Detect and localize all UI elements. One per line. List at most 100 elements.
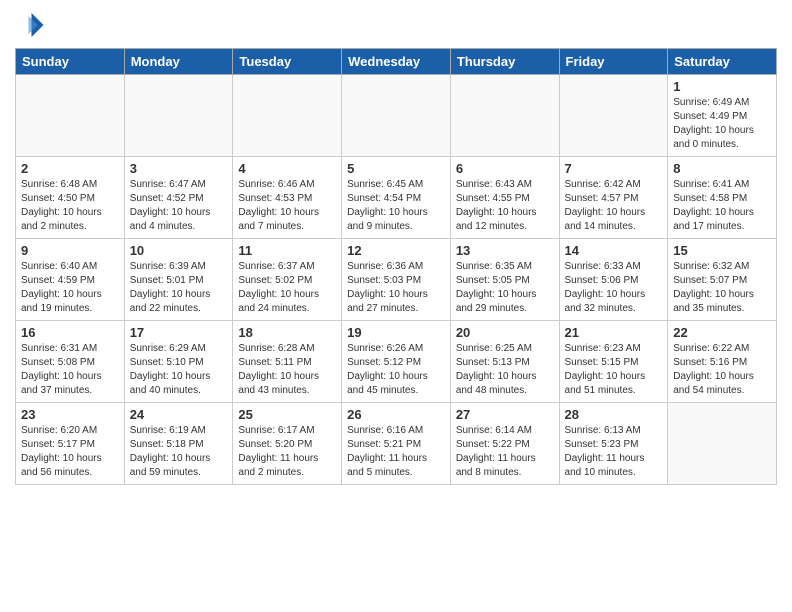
day-number: 27 xyxy=(456,407,554,422)
week-row-4: 23 Sunrise: 6:20 AM Sunset: 5:17 PM Dayli… xyxy=(16,403,777,485)
calendar-cell: 10 Sunrise: 6:39 AM Sunset: 5:01 PM Dayli… xyxy=(124,239,233,321)
day-info: Sunrise: 6:26 AM Sunset: 5:12 PM Dayligh… xyxy=(347,342,445,398)
calendar-cell: 12 Sunrise: 6:36 AM Sunset: 5:03 PM Dayli… xyxy=(342,239,451,321)
calendar-cell: 13 Sunrise: 6:35 AM Sunset: 5:05 PM Dayli… xyxy=(450,239,559,321)
day-number: 2 xyxy=(21,161,119,176)
day-number: 4 xyxy=(238,161,336,176)
day-number: 28 xyxy=(565,407,663,422)
day-number: 24 xyxy=(130,407,228,422)
day-number: 3 xyxy=(130,161,228,176)
day-info: Sunrise: 6:49 AM Sunset: 4:49 PM Dayligh… xyxy=(673,96,771,152)
day-number: 15 xyxy=(673,243,771,258)
calendar-cell: 16 Sunrise: 6:31 AM Sunset: 5:08 PM Dayli… xyxy=(16,321,125,403)
day-info: Sunrise: 6:35 AM Sunset: 5:05 PM Dayligh… xyxy=(456,260,554,316)
day-number: 22 xyxy=(673,325,771,340)
day-info: Sunrise: 6:20 AM Sunset: 5:17 PM Dayligh… xyxy=(21,424,119,480)
day-info: Sunrise: 6:33 AM Sunset: 5:06 PM Dayligh… xyxy=(565,260,663,316)
weekday-thursday: Thursday xyxy=(450,49,559,75)
day-info: Sunrise: 6:29 AM Sunset: 5:10 PM Dayligh… xyxy=(130,342,228,398)
page: SundayMondayTuesdayWednesdayThursdayFrid… xyxy=(0,0,792,612)
calendar-cell xyxy=(559,75,668,157)
day-number: 20 xyxy=(456,325,554,340)
day-number: 12 xyxy=(347,243,445,258)
day-info: Sunrise: 6:25 AM Sunset: 5:13 PM Dayligh… xyxy=(456,342,554,398)
calendar-cell: 8 Sunrise: 6:41 AM Sunset: 4:58 PM Daylig… xyxy=(668,157,777,239)
day-info: Sunrise: 6:13 AM Sunset: 5:23 PM Dayligh… xyxy=(565,424,663,480)
calendar-cell: 23 Sunrise: 6:20 AM Sunset: 5:17 PM Dayli… xyxy=(16,403,125,485)
day-number: 26 xyxy=(347,407,445,422)
calendar-cell xyxy=(16,75,125,157)
calendar-cell: 17 Sunrise: 6:29 AM Sunset: 5:10 PM Dayli… xyxy=(124,321,233,403)
day-info: Sunrise: 6:37 AM Sunset: 5:02 PM Dayligh… xyxy=(238,260,336,316)
day-number: 11 xyxy=(238,243,336,258)
day-number: 9 xyxy=(21,243,119,258)
calendar-cell: 5 Sunrise: 6:45 AM Sunset: 4:54 PM Daylig… xyxy=(342,157,451,239)
weekday-wednesday: Wednesday xyxy=(342,49,451,75)
calendar-cell xyxy=(124,75,233,157)
calendar-cell: 1 Sunrise: 6:49 AM Sunset: 4:49 PM Daylig… xyxy=(668,75,777,157)
calendar-cell: 26 Sunrise: 6:16 AM Sunset: 5:21 PM Dayli… xyxy=(342,403,451,485)
day-number: 5 xyxy=(347,161,445,176)
weekday-sunday: Sunday xyxy=(16,49,125,75)
day-info: Sunrise: 6:28 AM Sunset: 5:11 PM Dayligh… xyxy=(238,342,336,398)
calendar-cell: 9 Sunrise: 6:40 AM Sunset: 4:59 PM Daylig… xyxy=(16,239,125,321)
calendar-cell: 6 Sunrise: 6:43 AM Sunset: 4:55 PM Daylig… xyxy=(450,157,559,239)
day-info: Sunrise: 6:41 AM Sunset: 4:58 PM Dayligh… xyxy=(673,178,771,234)
weekday-saturday: Saturday xyxy=(668,49,777,75)
week-row-1: 2 Sunrise: 6:48 AM Sunset: 4:50 PM Daylig… xyxy=(16,157,777,239)
day-info: Sunrise: 6:22 AM Sunset: 5:16 PM Dayligh… xyxy=(673,342,771,398)
day-info: Sunrise: 6:23 AM Sunset: 5:15 PM Dayligh… xyxy=(565,342,663,398)
calendar-cell: 11 Sunrise: 6:37 AM Sunset: 5:02 PM Dayli… xyxy=(233,239,342,321)
calendar-cell: 7Sunrise: 6:42 AM Sunset: 4:57 PM Daylig… xyxy=(559,157,668,239)
day-info: Sunrise: 6:16 AM Sunset: 5:21 PM Dayligh… xyxy=(347,424,445,480)
day-number: 18 xyxy=(238,325,336,340)
weekday-header-row: SundayMondayTuesdayWednesdayThursdayFrid… xyxy=(16,49,777,75)
day-info: Sunrise: 6:36 AM Sunset: 5:03 PM Dayligh… xyxy=(347,260,445,316)
calendar-cell: 20 Sunrise: 6:25 AM Sunset: 5:13 PM Dayli… xyxy=(450,321,559,403)
day-info: Sunrise: 6:19 AM Sunset: 5:18 PM Dayligh… xyxy=(130,424,228,480)
calendar-cell: 4 Sunrise: 6:46 AM Sunset: 4:53 PM Daylig… xyxy=(233,157,342,239)
day-info: Sunrise: 6:39 AM Sunset: 5:01 PM Dayligh… xyxy=(130,260,228,316)
week-row-3: 16 Sunrise: 6:31 AM Sunset: 5:08 PM Dayli… xyxy=(16,321,777,403)
calendar-table: SundayMondayTuesdayWednesdayThursdayFrid… xyxy=(15,48,777,485)
week-row-0: 1 Sunrise: 6:49 AM Sunset: 4:49 PM Daylig… xyxy=(16,75,777,157)
header xyxy=(15,10,777,40)
day-number: 17 xyxy=(130,325,228,340)
day-info: Sunrise: 6:14 AM Sunset: 5:22 PM Dayligh… xyxy=(456,424,554,480)
day-info: Sunrise: 6:47 AM Sunset: 4:52 PM Dayligh… xyxy=(130,178,228,234)
calendar-cell xyxy=(342,75,451,157)
day-number: 1 xyxy=(673,79,771,94)
day-number: 6 xyxy=(456,161,554,176)
calendar-cell: 24 Sunrise: 6:19 AM Sunset: 5:18 PM Dayli… xyxy=(124,403,233,485)
day-number: 8 xyxy=(673,161,771,176)
calendar-cell: 14Sunrise: 6:33 AM Sunset: 5:06 PM Dayli… xyxy=(559,239,668,321)
day-number: 23 xyxy=(21,407,119,422)
day-info: Sunrise: 6:32 AM Sunset: 5:07 PM Dayligh… xyxy=(673,260,771,316)
day-number: 10 xyxy=(130,243,228,258)
calendar-cell xyxy=(233,75,342,157)
logo xyxy=(15,10,47,40)
calendar-cell: 27 Sunrise: 6:14 AM Sunset: 5:22 PM Dayli… xyxy=(450,403,559,485)
day-number: 25 xyxy=(238,407,336,422)
calendar-cell: 15 Sunrise: 6:32 AM Sunset: 5:07 PM Dayli… xyxy=(668,239,777,321)
day-info: Sunrise: 6:40 AM Sunset: 4:59 PM Dayligh… xyxy=(21,260,119,316)
calendar-cell: 22 Sunrise: 6:22 AM Sunset: 5:16 PM Dayli… xyxy=(668,321,777,403)
day-info: Sunrise: 6:46 AM Sunset: 4:53 PM Dayligh… xyxy=(238,178,336,234)
day-info: Sunrise: 6:48 AM Sunset: 4:50 PM Dayligh… xyxy=(21,178,119,234)
day-info: Sunrise: 6:42 AM Sunset: 4:57 PM Dayligh… xyxy=(565,178,663,234)
day-info: Sunrise: 6:31 AM Sunset: 5:08 PM Dayligh… xyxy=(21,342,119,398)
day-info: Sunrise: 6:45 AM Sunset: 4:54 PM Dayligh… xyxy=(347,178,445,234)
day-info: Sunrise: 6:17 AM Sunset: 5:20 PM Dayligh… xyxy=(238,424,336,480)
calendar-cell: 18 Sunrise: 6:28 AM Sunset: 5:11 PM Dayli… xyxy=(233,321,342,403)
calendar-cell: 21Sunrise: 6:23 AM Sunset: 5:15 PM Dayli… xyxy=(559,321,668,403)
calendar-cell: 28 Sunrise: 6:13 AM Sunset: 5:23 PM Dayli… xyxy=(559,403,668,485)
weekday-friday: Friday xyxy=(559,49,668,75)
calendar-cell: 25 Sunrise: 6:17 AM Sunset: 5:20 PM Dayli… xyxy=(233,403,342,485)
day-info: Sunrise: 6:43 AM Sunset: 4:55 PM Dayligh… xyxy=(456,178,554,234)
week-row-2: 9 Sunrise: 6:40 AM Sunset: 4:59 PM Daylig… xyxy=(16,239,777,321)
calendar-cell: 3 Sunrise: 6:47 AM Sunset: 4:52 PM Daylig… xyxy=(124,157,233,239)
day-number: 13 xyxy=(456,243,554,258)
calendar-cell: 2 Sunrise: 6:48 AM Sunset: 4:50 PM Daylig… xyxy=(16,157,125,239)
day-number: 16 xyxy=(21,325,119,340)
day-number: 19 xyxy=(347,325,445,340)
